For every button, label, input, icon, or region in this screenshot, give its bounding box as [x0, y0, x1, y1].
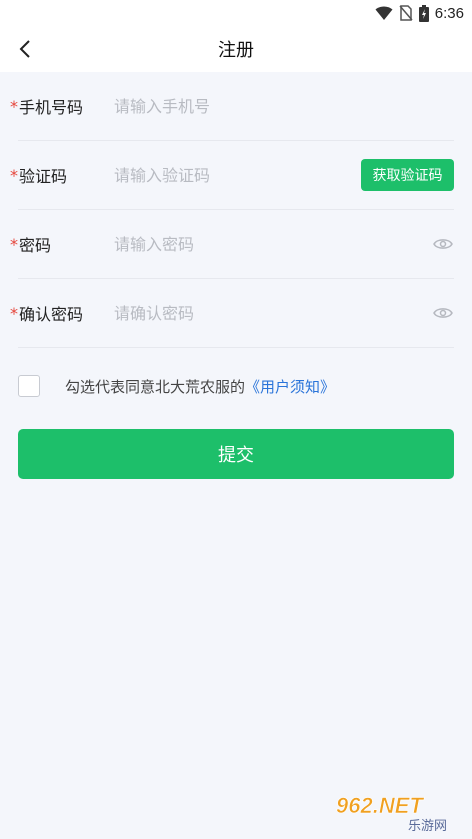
chevron-left-icon: [19, 40, 30, 58]
no-sim-icon: [399, 5, 413, 21]
code-row: * 验证码 获取验证码: [10, 141, 454, 210]
back-button[interactable]: [10, 34, 40, 64]
register-form: * 手机号码 * 验证码 获取验证码 * 密码 * 确认密码: [0, 72, 472, 348]
required-mark: *: [10, 165, 18, 185]
confirm-password-row: * 确认密码: [10, 279, 454, 348]
watermark-brand: 962.NET: [336, 793, 424, 818]
eye-icon: [433, 239, 453, 249]
watermark-logo: 962.NET 乐游网: [336, 793, 447, 833]
password-row: * 密码: [10, 210, 454, 279]
password-visibility-toggle[interactable]: [432, 233, 454, 255]
code-input[interactable]: [114, 165, 361, 185]
required-mark: *: [10, 96, 18, 116]
required-mark: *: [10, 234, 18, 254]
nav-bar: 注册: [0, 26, 472, 72]
password-label: 密码: [19, 236, 52, 255]
user-notice-link[interactable]: 《用户须知》: [245, 376, 335, 397]
agreement-checkbox[interactable]: [18, 375, 40, 397]
status-time: 6:36: [434, 4, 464, 22]
submit-button[interactable]: 提交: [18, 429, 454, 479]
password-input[interactable]: [114, 234, 432, 254]
watermark-sub: 乐游网: [408, 819, 447, 833]
confirm-password-input[interactable]: [114, 303, 432, 323]
page-title: 注册: [218, 40, 254, 61]
required-mark: *: [10, 303, 18, 323]
phone-label: 手机号码: [19, 98, 84, 117]
confirm-password-label: 确认密码: [19, 305, 84, 324]
phone-input[interactable]: [114, 96, 454, 116]
battery-icon: [418, 4, 429, 22]
wifi-icon: [375, 6, 393, 20]
agreement-row: 勾选代表同意北大荒农服的 《用户须知》: [18, 373, 472, 399]
get-code-button[interactable]: 获取验证码: [361, 159, 454, 191]
phone-row: * 手机号码: [10, 72, 454, 141]
agreement-text: 勾选代表同意北大荒农服的: [65, 377, 246, 396]
confirm-password-visibility-toggle[interactable]: [432, 302, 454, 324]
status-bar: 6:36: [0, 0, 472, 26]
code-label: 验证码: [19, 167, 68, 186]
eye-icon: [433, 308, 453, 318]
